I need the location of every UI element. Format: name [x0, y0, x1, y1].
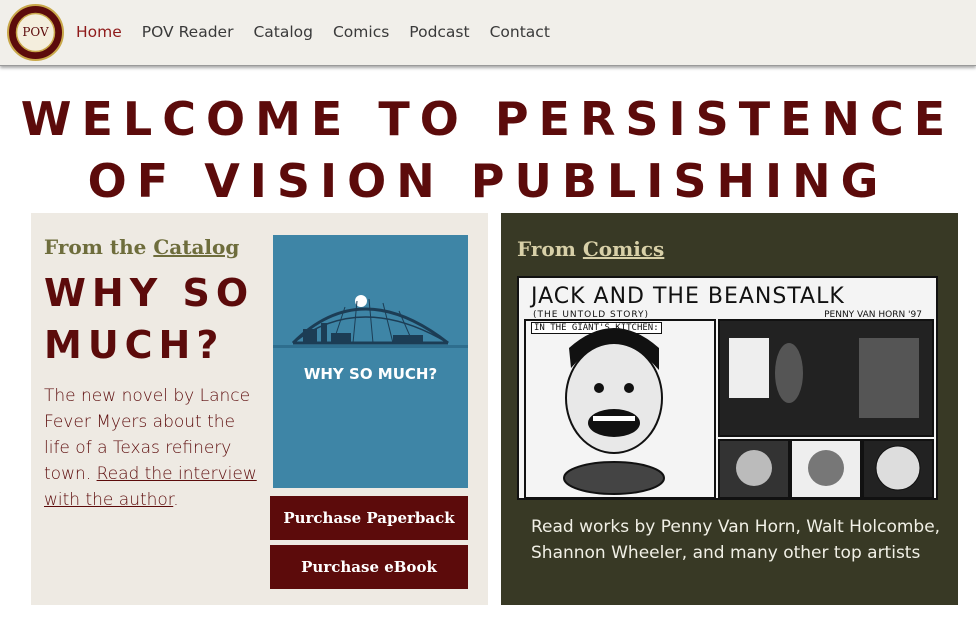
nav-home[interactable]: Home	[76, 22, 122, 42]
book-cover[interactable]: WHY SO MUCH?	[273, 235, 468, 488]
book-title: WHY SO MUCH?	[44, 271, 255, 367]
main-nav: Home POV Reader Catalog Comics Podcast C…	[76, 22, 570, 42]
comic-image[interactable]: JACK AND THE BEANSTALK (THE UNTOLD STORY…	[517, 276, 938, 500]
catalog-kicker-prefix: From the	[44, 235, 154, 259]
comics-panel: From Comics JACK AND THE BEANSTALK (THE …	[501, 213, 958, 605]
comics-link[interactable]: Comics	[583, 237, 664, 261]
pov-logo[interactable]: POV	[7, 4, 64, 61]
catalog-kicker: From the Catalog	[44, 235, 239, 259]
cover-art	[273, 295, 468, 348]
catalog-panel: From the Catalog WHY SO MUCH? The new no…	[31, 213, 488, 605]
nav-comics[interactable]: Comics	[333, 22, 389, 42]
catalog-link[interactable]: Catalog	[153, 235, 239, 259]
comic-title: JACK AND THE BEANSTALK	[531, 284, 845, 309]
cover-title: WHY SO MUCH?	[303, 365, 438, 383]
comic-subtitle: (THE UNTOLD STORY)	[533, 310, 650, 320]
nav-contact[interactable]: Contact	[490, 22, 550, 42]
book-description-end: .	[173, 490, 179, 510]
book-description: The new novel by Lance Fever Myers about…	[44, 383, 259, 513]
nav-podcast[interactable]: Podcast	[409, 22, 469, 42]
page-title: WELCOME TO PERSISTENCE OF VISION PUBLISH…	[20, 92, 956, 208]
comic-caption: IN THE GIANT'S KITCHEN:	[531, 322, 662, 334]
purchase-paperback-button[interactable]: Purchase Paperback	[270, 496, 468, 540]
comic-author: PENNY VAN HORN '97	[824, 310, 922, 320]
logo-text: POV	[22, 25, 49, 39]
purchase-ebook-button[interactable]: Purchase eBook	[270, 545, 468, 589]
comics-kicker: From Comics	[517, 237, 664, 261]
nav-pov-reader[interactable]: POV Reader	[142, 22, 234, 42]
site-header: POV Home POV Reader Catalog Comics Podca…	[0, 0, 976, 66]
nav-catalog[interactable]: Catalog	[253, 22, 313, 42]
comics-description: Read works by Penny Van Horn, Walt Holco…	[531, 517, 941, 563]
comics-kicker-prefix: From	[517, 237, 583, 261]
